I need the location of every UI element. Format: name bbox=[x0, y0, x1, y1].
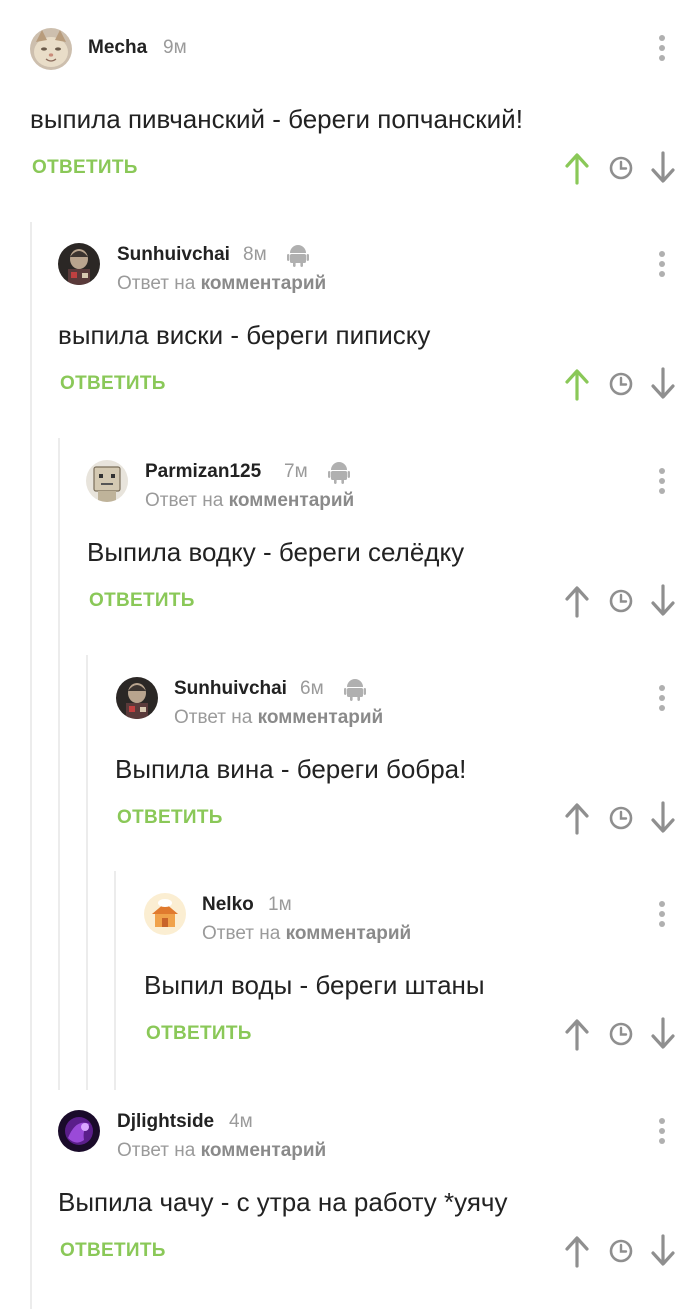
more-options-icon[interactable] bbox=[650, 33, 674, 63]
more-options-icon[interactable] bbox=[650, 1116, 674, 1146]
comment-text: Выпила чачу - с утра на работу *уячу bbox=[58, 1187, 508, 1217]
downvote-icon[interactable] bbox=[648, 1233, 678, 1269]
comment-text: выпила пивчанский - береги попчанский! bbox=[30, 104, 523, 134]
author-name[interactable]: Parmizan125 bbox=[145, 461, 261, 483]
robot-avatar-icon bbox=[86, 460, 128, 502]
purple-avatar-icon bbox=[58, 1110, 100, 1152]
reply-to-label: Ответ на комментарий bbox=[202, 923, 412, 944]
comment-actions bbox=[562, 800, 678, 836]
parent-comment-link[interactable]: комментарий bbox=[201, 1140, 327, 1161]
timestamp: 4м bbox=[229, 1111, 253, 1132]
upvote-icon[interactable] bbox=[562, 150, 592, 186]
history-clock-icon[interactable] bbox=[606, 150, 636, 186]
reply-button[interactable]: ОТВЕТИТЬ bbox=[60, 373, 166, 395]
comment-text: выпила виски - береги пиписку bbox=[58, 320, 431, 350]
comment-actions bbox=[562, 1233, 678, 1269]
downvote-icon[interactable] bbox=[648, 583, 678, 619]
comment-text: Выпил воды - береги штаны bbox=[144, 970, 485, 1000]
avatar[interactable] bbox=[58, 243, 100, 285]
reply-to-label: Ответ на комментарий bbox=[117, 273, 327, 294]
avatar[interactable] bbox=[86, 460, 128, 502]
more-options-icon[interactable] bbox=[650, 466, 674, 496]
history-clock-icon[interactable] bbox=[606, 583, 636, 619]
more-options-icon[interactable] bbox=[650, 899, 674, 929]
reply-button[interactable]: ОТВЕТИТЬ bbox=[146, 1023, 252, 1045]
more-options-icon[interactable] bbox=[650, 249, 674, 279]
parent-comment-link[interactable]: комментарий bbox=[286, 923, 412, 944]
dark-avatar-icon bbox=[58, 243, 100, 285]
timestamp: 1м bbox=[268, 894, 292, 915]
parent-comment-link[interactable]: комментарий bbox=[229, 490, 355, 511]
author-name[interactable]: Mecha bbox=[88, 37, 147, 59]
comment-actions bbox=[562, 366, 678, 402]
upvote-icon[interactable] bbox=[562, 583, 592, 619]
comment-actions bbox=[562, 1016, 678, 1052]
cat-avatar-icon bbox=[30, 28, 72, 70]
history-clock-icon[interactable] bbox=[606, 1233, 636, 1269]
avatar[interactable] bbox=[144, 893, 186, 935]
android-icon bbox=[328, 462, 350, 484]
comment-text: Выпила вина - береги бобра! bbox=[115, 754, 467, 784]
downvote-icon[interactable] bbox=[648, 1016, 678, 1052]
thread-line bbox=[58, 438, 60, 1090]
timestamp: 7м bbox=[284, 461, 308, 482]
reply-to-label: Ответ на комментарий bbox=[145, 490, 355, 511]
dark-avatar-icon bbox=[116, 677, 158, 719]
upvote-icon[interactable] bbox=[562, 1016, 592, 1052]
author-name[interactable]: Nelko bbox=[202, 894, 254, 916]
parent-comment-link[interactable]: комментарий bbox=[201, 273, 327, 294]
comment-actions bbox=[562, 150, 678, 186]
author-name[interactable]: Sunhuivchai bbox=[117, 244, 230, 266]
reply-button[interactable]: ОТВЕТИТЬ bbox=[89, 590, 195, 612]
reply-button[interactable]: ОТВЕТИТЬ bbox=[117, 807, 223, 829]
author-name[interactable]: Sunhuivchai bbox=[174, 678, 287, 700]
thread-line bbox=[30, 222, 32, 1309]
avatar[interactable] bbox=[30, 28, 72, 70]
history-clock-icon[interactable] bbox=[606, 366, 636, 402]
history-clock-icon[interactable] bbox=[606, 800, 636, 836]
upvote-icon[interactable] bbox=[562, 800, 592, 836]
timestamp: 6м bbox=[300, 678, 324, 699]
upvote-icon[interactable] bbox=[562, 1233, 592, 1269]
avatar[interactable] bbox=[58, 1110, 100, 1152]
reply-button[interactable]: ОТВЕТИТЬ bbox=[32, 157, 138, 179]
thread-line bbox=[86, 655, 88, 1090]
more-options-icon[interactable] bbox=[650, 683, 674, 713]
history-clock-icon[interactable] bbox=[606, 1016, 636, 1052]
comment-actions bbox=[562, 583, 678, 619]
timestamp: 8м bbox=[243, 244, 267, 265]
downvote-icon[interactable] bbox=[648, 800, 678, 836]
timestamp: 9м bbox=[163, 37, 187, 58]
reply-button[interactable]: ОТВЕТИТЬ bbox=[60, 1240, 166, 1262]
avatar[interactable] bbox=[116, 677, 158, 719]
comment-text: Выпила водку - береги селёдку bbox=[87, 537, 465, 567]
reply-to-label: Ответ на комментарий bbox=[174, 707, 384, 728]
reply-to-label: Ответ на комментарий bbox=[117, 1140, 327, 1161]
thread-line bbox=[114, 871, 116, 1090]
house-avatar-icon bbox=[144, 893, 186, 935]
android-icon bbox=[344, 679, 366, 701]
parent-comment-link[interactable]: комментарий bbox=[258, 707, 384, 728]
downvote-icon[interactable] bbox=[648, 366, 678, 402]
android-icon bbox=[287, 245, 309, 267]
downvote-icon[interactable] bbox=[648, 150, 678, 186]
upvote-icon[interactable] bbox=[562, 366, 592, 402]
author-name[interactable]: Djlightside bbox=[117, 1111, 214, 1133]
